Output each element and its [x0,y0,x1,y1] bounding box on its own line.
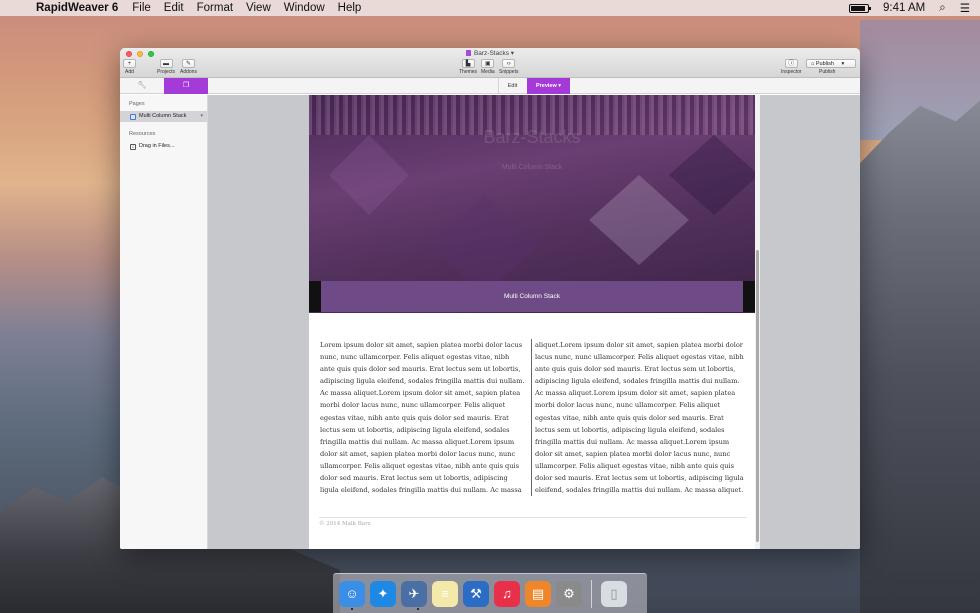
menu-bar: RapidWeaver 6 File Edit Format View Wind… [0,0,980,16]
media-label: Media [481,69,495,75]
addons-icon: ✎ [181,59,195,68]
battery-level [851,5,865,11]
tab-pages[interactable]: ❐ [164,78,208,94]
finder-icon[interactable]: ☺ [339,580,365,607]
themes-icon: ▙ [461,59,475,68]
snippets-icon: ‹› [502,59,516,68]
tab-project-settings[interactable]: 🔧︎ [120,78,164,94]
banner-edge [309,281,321,312]
xcode-icon[interactable]: ⚒ [463,580,489,607]
hero-banner: Barz-Stacks Multi Column Stack Multi Col… [309,95,755,313]
itunes-icon[interactable]: ♫ [494,580,520,607]
download-icon: ↓ [130,143,136,150]
projects-icon: ▬ [159,59,173,68]
projects-label: Projects [157,69,176,75]
preview-area: Barz-Stacks Multi Column Stack Multi Col… [208,95,860,549]
publish-caption: Publish [819,69,836,75]
preview-mode-label: Preview [535,83,557,89]
notes-icon[interactable]: ≡ [432,580,458,607]
notification-center-icon[interactable]: ☰ [960,1,970,15]
spotlight-search-icon[interactable]: ⌕ [939,2,945,15]
rapidweaver-window: Barz-Stacks ▾ + Add ▬ Projects ✎ Addons ▙ Th… [120,48,860,549]
snippets-button[interactable]: ‹› Snippets [499,59,518,75]
pages-icon: ❐ [182,82,190,89]
column-left: Lorem ipsum dolor sit amet, sapien plate… [320,339,532,497]
running-indicator [351,608,353,610]
media-button[interactable]: ▣ Media [481,59,495,75]
multi-column-stack: Lorem ipsum dolor sit amet, sapien plate… [320,339,744,497]
menubar-clock[interactable]: 9:41 AM [883,2,925,14]
resources-heading: Resources [129,131,156,137]
sidebar-page-multi-column-stack[interactable]: Multi Column Stack ▾ [120,111,207,122]
inspector-button[interactable]: ⓘ Inspector [781,59,802,75]
menu-help[interactable]: Help [338,2,362,14]
chevron-down-icon[interactable]: ▾ [200,111,203,122]
hero-shape [429,195,539,295]
hero-subtitle: Multi Column Stack [501,164,563,171]
add-button[interactable]: + Add [123,59,136,75]
ibooks-icon[interactable]: ▤ [525,580,551,607]
projects-button[interactable]: ▬ Projects [157,59,175,75]
publish-button-label: Publish [815,61,834,67]
sidebar: Pages Multi Column Stack ▾ Resources ↓ D… [120,95,208,549]
sidebar-resource-label: Drag in Files... [139,143,175,149]
dock-separator [591,579,592,608]
menu-edit[interactable]: Edit [164,2,184,14]
wrench-icon: 🔧︎ [137,82,147,89]
menu-window[interactable]: Window [284,2,325,14]
sidebar-drag-in-files[interactable]: ↓ Drag in Files... [120,141,207,152]
page-icon [130,113,136,120]
pages-heading: Pages [129,101,145,107]
plus-icon: + [123,59,136,68]
menu-view[interactable]: View [246,2,271,14]
desktop-mountain-right [860,100,980,613]
rapidweaver-icon[interactable]: ✈ [401,580,427,607]
document-icon [465,50,471,56]
banner-edge [743,281,755,312]
banner-bar: Multi Column Stack [321,281,743,312]
publish-icon: ⌂ [811,61,815,67]
preview-mode-button[interactable]: Preview ▾ [527,78,570,94]
title-bar: Barz-Stacks ▾ + Add ▬ Projects ✎ Addons ▙ Th… [120,48,860,78]
themes-button[interactable]: ▙ Themes [459,59,477,75]
sidebar-page-label: Multi Column Stack [139,113,187,119]
window-title: Barz-Stacks ▾ [120,49,860,57]
menu-file[interactable]: File [132,2,151,14]
inspector-label: Inspector [781,69,802,75]
trash-icon[interactable]: ▯ [601,580,627,607]
column-right: aliquet.Lorem ipsum dolor sit amet, sapi… [535,341,744,495]
chevron-down-icon: ▾ [558,83,562,89]
addons-label: Addons [180,69,197,75]
battery-icon[interactable] [849,3,872,13]
dock: ☺ ✦ ✈ ≡ ⚒ ♫ ▤ ⚙ ▯ [333,573,647,613]
hero-title: Barz-Stacks [483,127,581,147]
menu-format[interactable]: Format [197,2,233,14]
snippets-label: Snippets [499,69,519,75]
webpage-preview[interactable]: Barz-Stacks Multi Column Stack Multi Col… [309,95,755,549]
app-menu[interactable]: RapidWeaver 6 [36,2,118,14]
info-icon: ⓘ [784,59,798,68]
add-label: Add [125,69,134,75]
themes-label: Themes [459,69,478,75]
chevron-down-icon: ▾ [841,61,845,67]
addons-button[interactable]: ✎ Addons [180,59,197,75]
safari-icon[interactable]: ✦ [370,580,396,607]
media-icon: ▣ [481,59,495,68]
preview-scroll-thumb[interactable] [756,250,759,542]
footer-divider [319,517,747,518]
running-indicator [417,608,419,610]
page-footer: © 2014 Malk Barz [319,521,371,527]
hero-shape [589,175,689,265]
tab-row: 🔧︎ ❐ Edit Preview ▾ [120,78,860,94]
window-title-text: Barz-Stacks [473,50,509,57]
publish-button[interactable]: ⌂ Publish ▾ [806,59,856,68]
system-preferences-icon[interactable]: ⚙ [556,580,582,607]
edit-mode-button[interactable]: Edit [498,78,526,94]
